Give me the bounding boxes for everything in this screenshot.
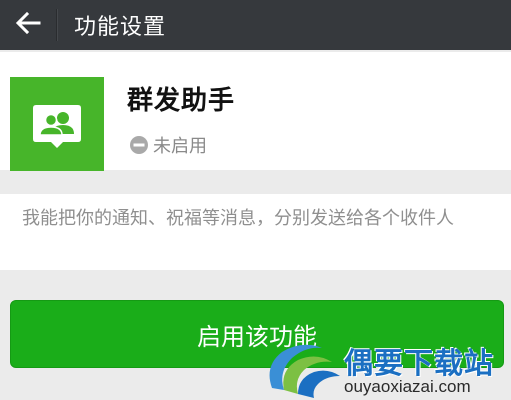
group-chat-icon xyxy=(10,105,104,175)
title-divider xyxy=(56,9,58,41)
back-button[interactable] xyxy=(0,0,56,50)
watermark-brand: 偶要下载站 xyxy=(344,346,495,380)
watermark-url: ouyaoxiazai.com xyxy=(344,377,471,396)
status-label: 未启用 xyxy=(153,136,207,157)
status-indicator: 未启用 xyxy=(129,132,207,158)
watermark-logo: 偶要下载站 ouyaoxiazai.com xyxy=(258,330,508,400)
disabled-status-icon xyxy=(129,135,149,155)
arrow-left-icon xyxy=(15,10,41,40)
app-icon-tile xyxy=(10,77,104,171)
top-bar: 功能设置 xyxy=(0,0,511,50)
app-info-card: 群发助手 未启用 xyxy=(0,52,511,171)
app-name: 群发助手 xyxy=(127,86,236,116)
description-card: 我能把你的通知、祝福等消息，分别发送给各个收件人 xyxy=(0,194,511,270)
page-title: 功能设置 xyxy=(74,15,167,40)
feature-description: 我能把你的通知、祝福等消息，分别发送给各个收件人 xyxy=(22,208,454,229)
